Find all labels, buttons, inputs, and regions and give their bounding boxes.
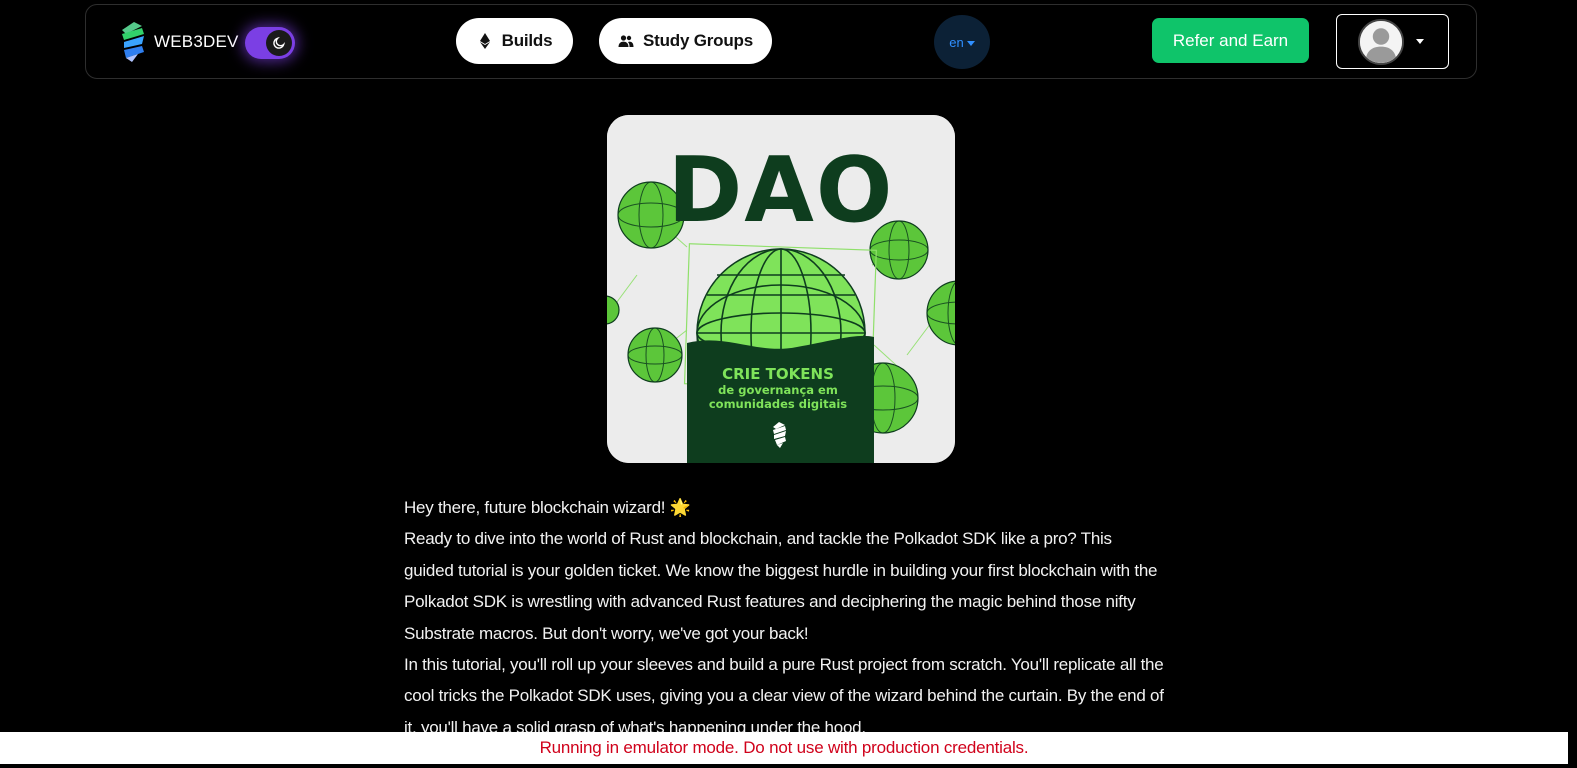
user-avatar-icon: [1358, 18, 1404, 65]
moon-icon: [273, 36, 286, 49]
caret-down-icon: [1416, 39, 1424, 44]
ethereum-icon: [479, 33, 490, 49]
nav-builds-button[interactable]: Builds: [456, 18, 573, 64]
people-icon: [618, 35, 634, 47]
account-menu-button[interactable]: [1336, 14, 1449, 69]
theme-toggle-knob: [266, 30, 292, 56]
nav-study-groups-button[interactable]: Study Groups: [599, 18, 772, 64]
emulator-warning-banner: Running in emulator mode. Do not use wit…: [0, 732, 1568, 764]
brand-name: WEB3DEV: [154, 32, 239, 51]
nav-builds-label: Builds: [501, 31, 553, 50]
caret-down-icon: [966, 40, 975, 46]
web3dev-logo-icon: [122, 22, 144, 62]
cover-caption-line1: de governança em: [718, 383, 838, 397]
cover-caption-line2: comunidades digitais: [709, 397, 847, 411]
course-cover-image: DAO CRIE TOKENS de governança em comunid…: [607, 115, 955, 463]
nav-study-groups-label: Study Groups: [643, 31, 753, 50]
language-selector[interactable]: en: [934, 15, 990, 69]
brand[interactable]: WEB3DEV: [118, 20, 239, 64]
language-value: en: [949, 34, 964, 50]
cover-subtitle: CRIE TOKENS: [722, 365, 834, 383]
course-description: Hey there, future blockchain wizard! 🌟 R…: [404, 492, 1164, 743]
top-navbar: WEB3DEV Builds Study Groups en Refer and…: [85, 4, 1477, 79]
description-paragraph: Ready to dive into the world of Rust and…: [404, 529, 1158, 643]
description-paragraph: In this tutorial, you'll roll up your sl…: [404, 655, 1164, 737]
cover-title: DAO: [668, 138, 895, 243]
description-paragraph: Hey there, future blockchain wizard! 🌟: [404, 498, 691, 517]
theme-toggle[interactable]: [245, 27, 295, 59]
refer-and-earn-button[interactable]: Refer and Earn: [1152, 18, 1309, 63]
